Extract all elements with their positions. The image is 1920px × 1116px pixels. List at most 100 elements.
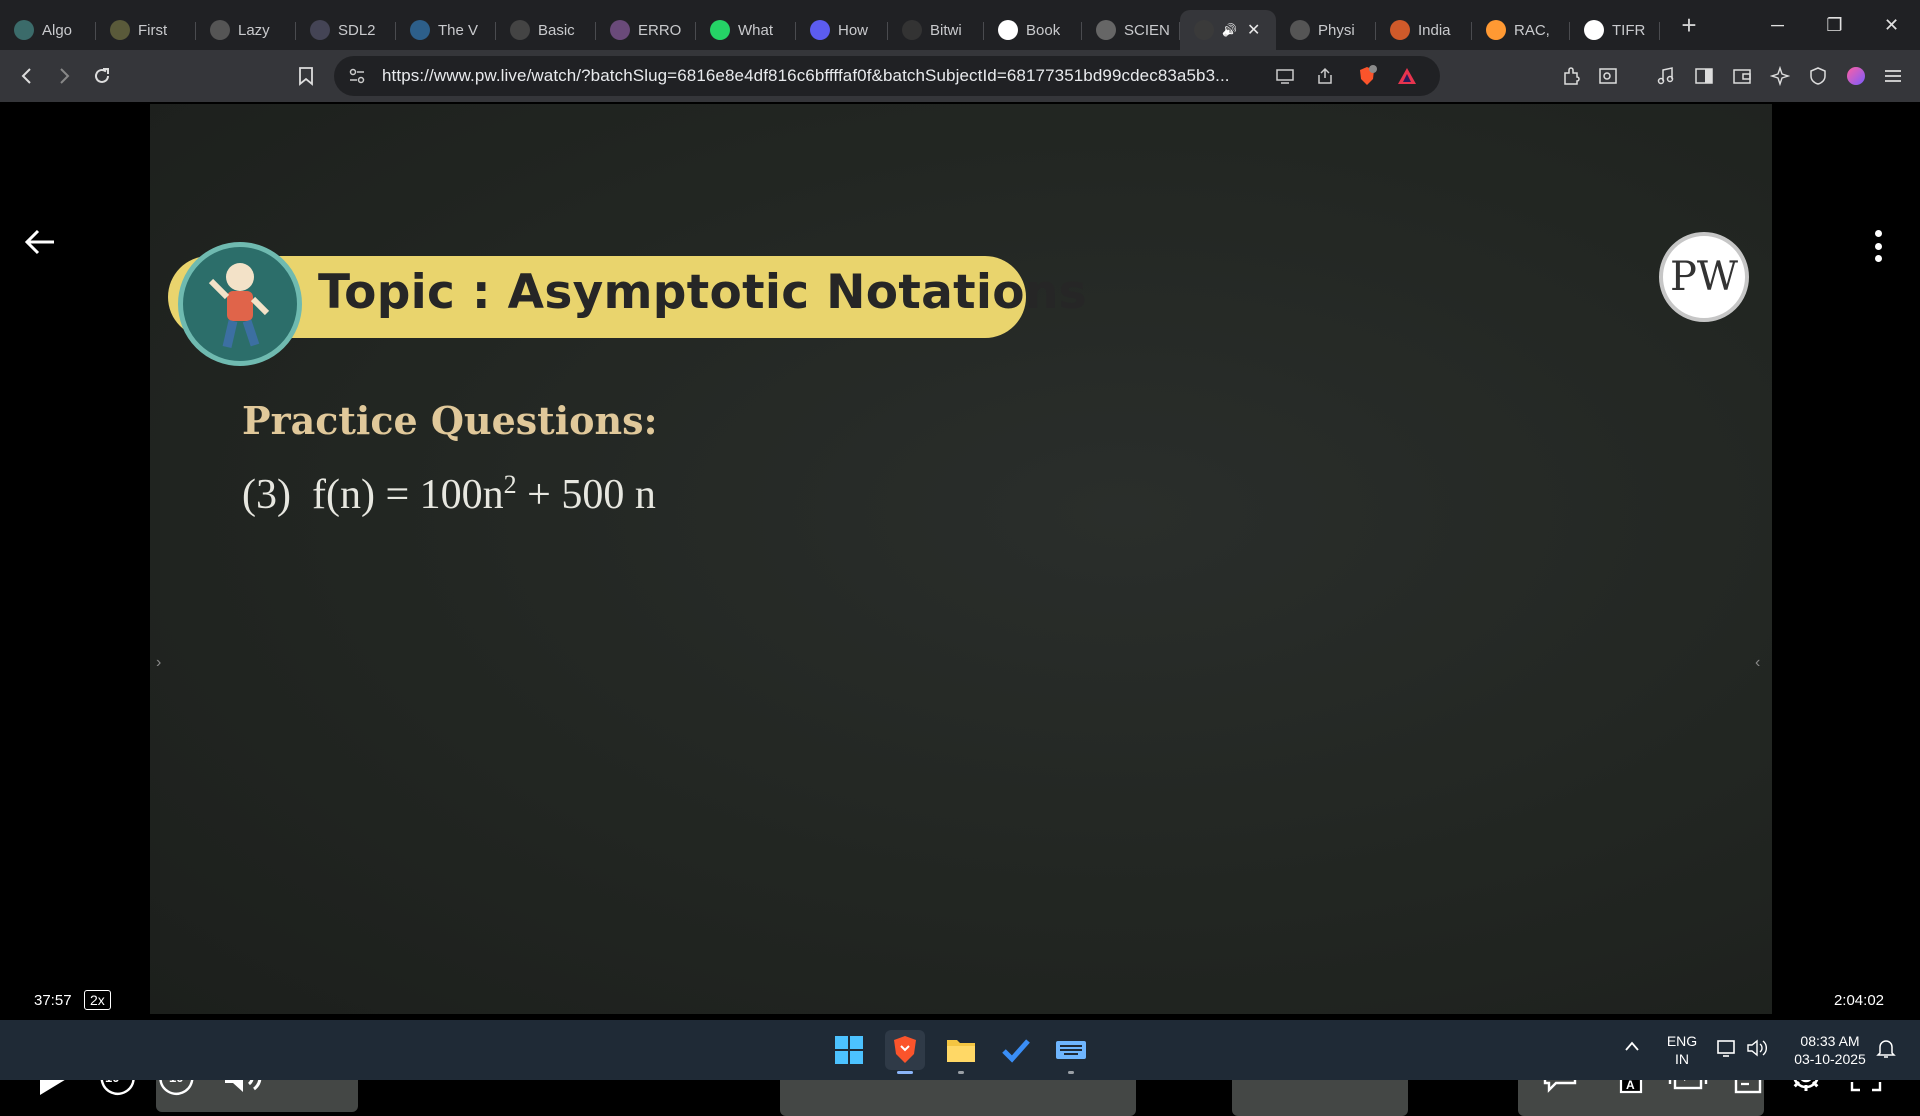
keyboard-icon <box>1056 1041 1086 1059</box>
browser-tab[interactable]: 🔊 ✕ <box>1180 10 1276 50</box>
start-button[interactable] <box>829 1030 869 1070</box>
sidebar-button[interactable] <box>1690 62 1718 90</box>
oreilly-favicon-icon <box>902 20 922 40</box>
menu-button[interactable] <box>1879 62 1907 90</box>
browser-tab[interactable]: TIFR <box>1570 10 1660 50</box>
spiral-favicon-icon <box>610 20 630 40</box>
tab-title: Basic <box>538 21 575 39</box>
tab-title: Physi <box>1318 21 1355 39</box>
flag-favicon-icon <box>1486 20 1506 40</box>
tab-title: India <box>1418 21 1451 39</box>
restore-button[interactable]: ❐ <box>1806 0 1863 50</box>
tab-title: How <box>838 21 869 39</box>
tab-audio-icon[interactable]: 🔊 <box>1222 23 1237 37</box>
brave-browser-icon <box>894 1036 916 1063</box>
chevron-up-icon <box>1625 1041 1639 1051</box>
site-info-icon[interactable] <box>346 65 368 87</box>
back-icon <box>21 68 31 84</box>
profile-button[interactable] <box>1842 62 1870 90</box>
india-favicon-icon <box>1390 20 1410 40</box>
cast-icon[interactable] <box>1274 65 1296 87</box>
close-tab-icon[interactable]: ✕ <box>1247 20 1260 40</box>
hamburger-icon <box>1885 70 1901 82</box>
taskbar-file-explorer[interactable] <box>941 1030 981 1074</box>
browser-tab[interactable]: Bitwi <box>888 10 984 50</box>
practice-heading: Practice Questions: <box>242 398 658 443</box>
share-icon[interactable] <box>1314 65 1336 87</box>
browser-tab[interactable]: Lazy <box>196 10 296 50</box>
question-number: (3) <box>242 472 291 518</box>
globe-favicon-icon <box>210 20 230 40</box>
extensions-button[interactable] <box>1558 62 1586 90</box>
browser-tab[interactable]: First <box>96 10 196 50</box>
feather-favicon-icon <box>810 20 830 40</box>
sparkle-icon <box>1770 66 1790 86</box>
brave-shields-icon[interactable] <box>1356 65 1378 87</box>
tab-title: The V <box>438 21 479 39</box>
language-indicator[interactable]: ENG IN <box>1660 1032 1704 1068</box>
browser-tab[interactable]: Basic <box>496 10 596 50</box>
browser-tab[interactable]: What <box>696 10 796 50</box>
reader-mode-button[interactable] <box>1594 62 1622 90</box>
taskbar-brave[interactable] <box>885 1030 925 1074</box>
vpn-button[interactable] <box>1804 62 1832 90</box>
close-window-button[interactable]: ✕ <box>1863 0 1920 50</box>
browser-tab[interactable]: How <box>796 10 888 50</box>
language-code: ENG <box>1666 1033 1698 1049</box>
google-favicon-icon <box>998 20 1018 40</box>
clock-time: 08:33 AM <box>1800 1033 1860 1049</box>
tab-title: TIFR <box>1612 21 1646 39</box>
google-favicon-icon <box>1584 20 1604 40</box>
browser-tab[interactable]: Algo <box>0 10 96 50</box>
pw-favicon-icon <box>1194 20 1214 40</box>
player-back-button[interactable] <box>22 224 62 264</box>
media-button[interactable] <box>1652 62 1680 90</box>
region-code: IN <box>1675 1051 1689 1067</box>
browser-tab[interactable]: RAC, <box>1472 10 1570 50</box>
taskbar-todo[interactable] <box>996 1030 1036 1070</box>
address-bar[interactable]: https://www.pw.live/watch/?batchSlug=681… <box>334 56 1440 96</box>
bookmark-button[interactable] <box>292 62 320 90</box>
url-text[interactable]: https://www.pw.live/watch/?batchSlug=681… <box>382 66 1230 86</box>
mascot-icon <box>208 263 270 349</box>
brave-rewards-icon[interactable] <box>1396 65 1418 87</box>
formula-rhs: + 500 n <box>516 472 656 518</box>
volume-tray-icon[interactable] <box>1744 1038 1770 1062</box>
more-options-button[interactable] <box>1866 226 1890 266</box>
browser-tab[interactable]: Physi <box>1276 10 1376 50</box>
playback-speed-badge[interactable]: 2x <box>84 990 111 1010</box>
browser-tab[interactable]: India <box>1376 10 1472 50</box>
globe-favicon-icon <box>1096 20 1116 40</box>
new-tab-button[interactable]: + <box>1674 10 1704 41</box>
forward-button[interactable] <box>50 62 78 90</box>
taskbar-keyboard[interactable] <box>1051 1030 1091 1074</box>
browser-tab[interactable]: The V <box>396 10 496 50</box>
browser-tab[interactable]: SDL2 <box>296 10 396 50</box>
browser-tab-strip: Algo First Lazy SDL2 The V Basic ERRO What How Bi… <box>0 0 1920 50</box>
reload-button[interactable] <box>88 62 116 90</box>
clock[interactable]: 08:33 AM 03-10-2025 <box>1780 1032 1880 1068</box>
algo-favicon-icon <box>14 20 34 40</box>
formula-exponent: 2 <box>503 470 517 499</box>
minimize-button[interactable]: ─ <box>1749 0 1806 50</box>
right-panel-toggle[interactable]: ‹ <box>1755 654 1760 672</box>
left-panel-toggle[interactable]: › <box>156 654 161 672</box>
back-button[interactable] <box>13 62 41 90</box>
shield-icon <box>1810 67 1826 85</box>
notification-bell-icon[interactable] <box>1872 1038 1900 1064</box>
wordpress-favicon-icon <box>410 20 430 40</box>
forward-icon <box>60 68 70 84</box>
browser-tab[interactable]: Book <box>984 10 1082 50</box>
wallet-button[interactable] <box>1728 62 1756 90</box>
video-player[interactable]: Topic : Asymptotic Notations PW Practice… <box>0 102 1920 1116</box>
video-frame <box>150 104 1772 1014</box>
clock-date: 03-10-2025 <box>1794 1051 1866 1067</box>
tab-title: SDL2 <box>338 21 376 39</box>
network-icon[interactable] <box>1714 1038 1740 1062</box>
browser-tab[interactable]: SCIEN <box>1082 10 1180 50</box>
current-time: 37:57 <box>34 992 72 1009</box>
show-hidden-icons-button[interactable] <box>1620 1038 1644 1056</box>
leo-ai-button[interactable] <box>1766 62 1794 90</box>
music-note-icon <box>1657 67 1674 85</box>
browser-tab[interactable]: ERRO <box>596 10 696 50</box>
